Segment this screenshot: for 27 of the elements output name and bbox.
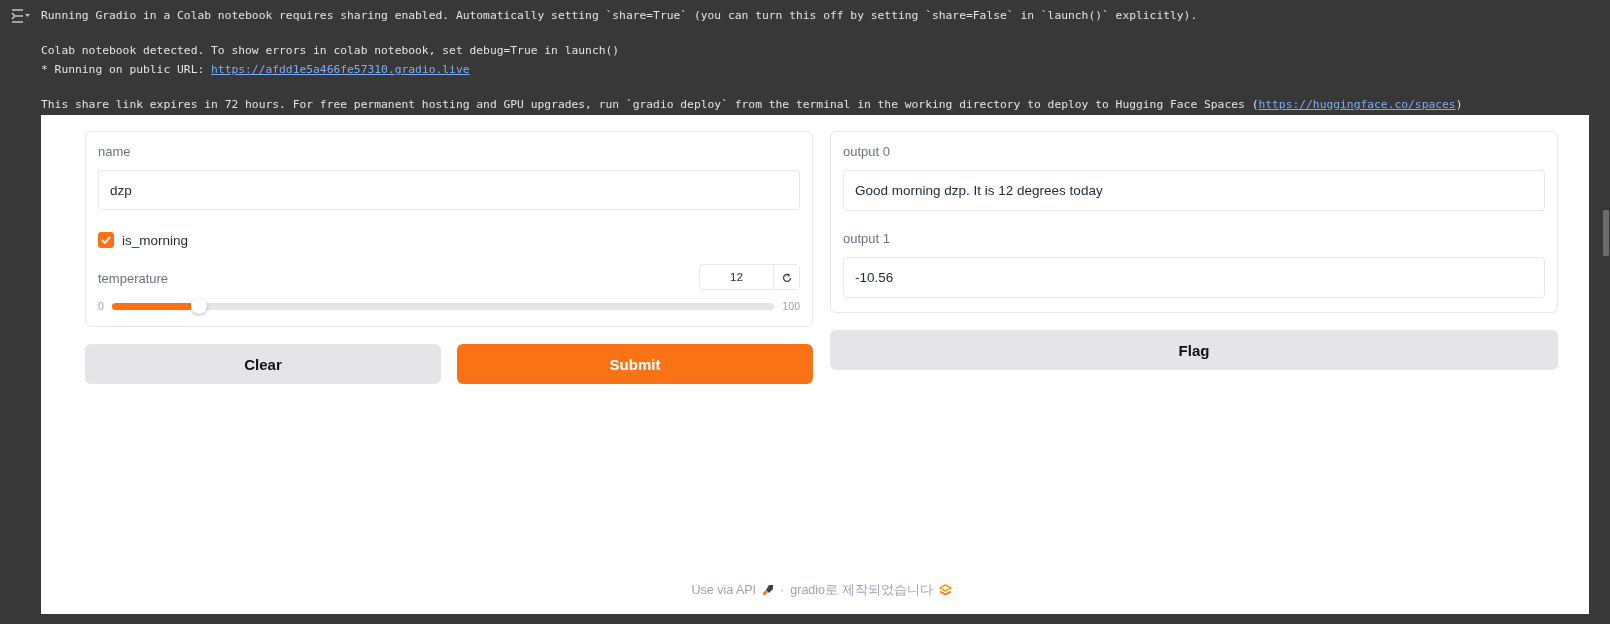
min-label: 0 xyxy=(98,300,104,312)
output-line: Running Gradio in a Colab notebook requires sharing enabled. Automatically setting `share=True` (you can turn this off by setting `share=False` in `launch()` explicitly). xyxy=(41,8,1198,24)
separator-dot: · xyxy=(780,583,785,597)
scrollbar-thumb[interactable] xyxy=(1603,210,1609,256)
logo-icon xyxy=(938,584,952,596)
output-line: * Running on public URL: https://afdd1e5a466fe57310.gradio.live xyxy=(41,62,470,78)
output-field: -10.56 xyxy=(843,257,1545,298)
checkbox-label: is_morning xyxy=(122,232,189,248)
checkmark-icon xyxy=(101,236,111,244)
max-label: 100 xyxy=(782,300,800,312)
field-label: temperature xyxy=(98,271,169,286)
rocket-icon xyxy=(762,584,775,596)
output-line: Colab notebook detected. To show errors in colab notebook, set debug=True in launch() xyxy=(41,42,620,59)
output-toggle-icon[interactable] xyxy=(10,8,31,24)
slider-handle[interactable] xyxy=(191,297,208,314)
output-field: Good morning dzp. It is 12 degrees today xyxy=(843,170,1545,211)
output-line: This share link expires in 72 hours. For free permanent hosting and GPU upgrades, run `gradio deploy` from the terminal in the working directory to deploy to Hugging Face Spaces (https://huggingface.co/spaces) xyxy=(41,96,1463,113)
checkbox[interactable] xyxy=(98,232,114,248)
action-button[interactable]: Flag xyxy=(830,330,1558,370)
field-label: name xyxy=(98,144,131,159)
url-link[interactable]: https://huggingface.co/spaces xyxy=(1258,97,1456,111)
field-label: output 1 xyxy=(843,231,890,246)
url-link[interactable]: https://afdd1e5a466fe57310.gradio.live xyxy=(211,63,470,76)
field-label: output 0 xyxy=(843,144,890,159)
action-button[interactable]: Clear xyxy=(85,344,441,384)
text-field[interactable]: dzp xyxy=(98,170,800,210)
built-with-text: gradio로 제작되었습니다 xyxy=(790,581,933,599)
